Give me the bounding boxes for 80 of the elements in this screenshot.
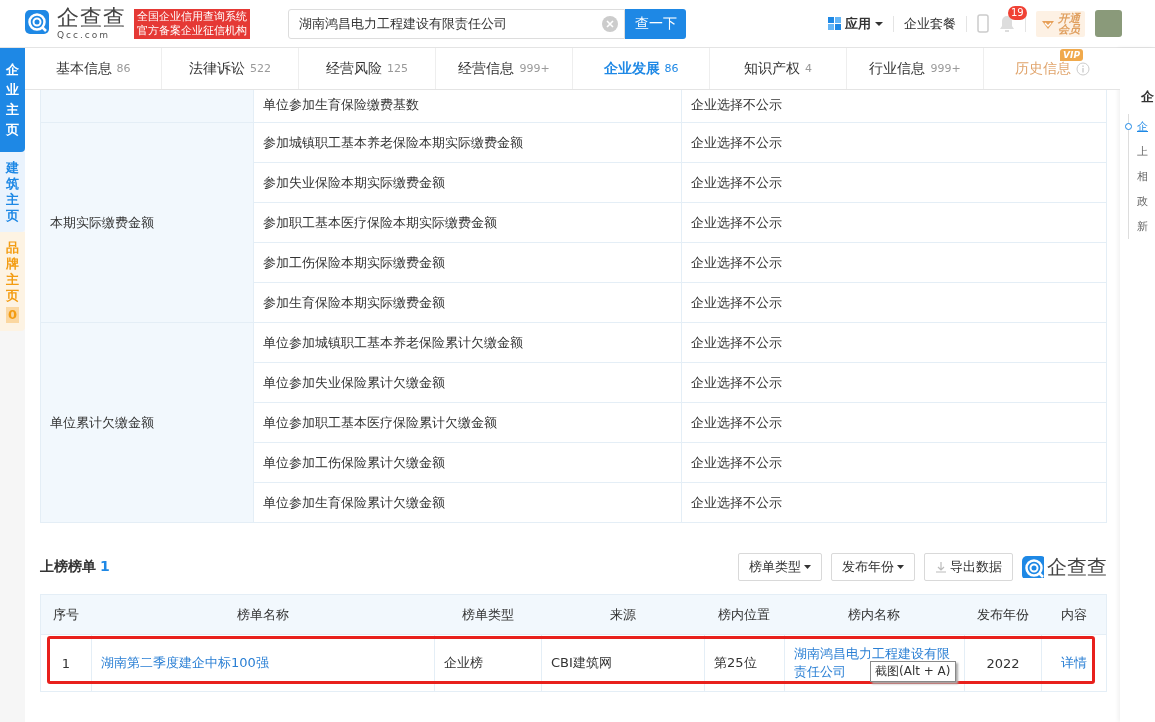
logo-text: 企查查 [57, 7, 126, 29]
logo-domain: Qcc.com [57, 31, 112, 40]
table-cell: 企业选择不公示 [681, 90, 1106, 122]
tab[interactable]: 经营信息 999+ [436, 48, 573, 89]
column-header: 榜内名称 [784, 595, 964, 634]
column-header: 榜单名称 [91, 595, 434, 634]
table-cell: 第25位 [704, 634, 784, 691]
table-cell: 2022 [964, 634, 1041, 691]
table-cell: 单位累计欠缴金额 [41, 322, 254, 522]
tab[interactable]: 基本信息 86 [25, 48, 162, 89]
tab[interactable]: 知识产权 4 [710, 48, 847, 89]
column-header: 序号 [41, 595, 91, 634]
table-cell: 企业选择不公示 [681, 122, 1106, 162]
nav-item[interactable]: 新 [1137, 219, 1148, 234]
table-cell: 1 [41, 634, 91, 691]
table-cell: 企业选择不公示 [681, 162, 1106, 202]
table-cell: 单位参加生育保险累计欠缴金额 [254, 482, 681, 522]
table-cell: 企业榜 [434, 634, 541, 691]
table-cell: 企业选择不公示 [681, 402, 1106, 442]
nav-item[interactable]: 政 [1137, 194, 1148, 209]
info-icon[interactable] [1075, 61, 1090, 76]
table-cell: 企业选择不公示 [681, 202, 1106, 242]
table-cell: 企业选择不公示 [681, 482, 1106, 522]
table-link[interactable]: 湖南第二季度建企中标100强 [91, 634, 434, 691]
nav-item[interactable]: 上 [1137, 144, 1148, 159]
table-cell: 企业选择不公示 [681, 282, 1106, 322]
section-title: 上榜榜单 1 [40, 558, 110, 576]
table-cell: 单位参加失业保险累计欠缴金额 [254, 362, 681, 402]
search-field[interactable]: 湖南鸿昌电力工程建设有限责任公司 [288, 8, 625, 39]
phone-icon[interactable] [977, 14, 989, 33]
table-cell: 单位参加职工基本医疗保险累计欠缴金额 [254, 402, 681, 442]
apps-menu[interactable]: 应用 [828, 14, 883, 33]
filter-dropdown[interactable]: 发布年份 [831, 553, 915, 581]
column-header: 来源 [541, 595, 704, 634]
caret-icon [875, 21, 883, 26]
tab[interactable]: 行业信息 999+ [847, 48, 984, 89]
package-link[interactable]: 企业套餐 [904, 14, 956, 33]
bell-icon[interactable] [999, 15, 1015, 32]
table-cell: 单位参加城镇职工基本养老保险累计欠缴金额 [254, 322, 681, 362]
export-button[interactable]: 导出数据 [924, 553, 1013, 581]
nav-item[interactable]: 相 [1137, 169, 1148, 184]
logo-icon [1022, 556, 1044, 578]
download-icon [935, 561, 947, 573]
table-cell: CBI建筑网 [541, 634, 704, 691]
table-cell: 参加职工基本医疗保险本期实际缴费金额 [254, 202, 681, 242]
table-cell: 企业选择不公示 [681, 362, 1106, 402]
tab[interactable]: 企业发展 86 [573, 48, 710, 89]
caret-icon [804, 565, 811, 569]
search-button[interactable]: 查一下 [625, 8, 686, 39]
filter-dropdown[interactable]: 榜单类型 [738, 553, 822, 581]
side-tab[interactable]: 建筑主页 [0, 152, 25, 232]
nav-title: 企 [1141, 88, 1155, 106]
logo-text: 企查查 [1047, 553, 1107, 581]
table-cell: 单位参加工伤保险累计欠缴金额 [254, 442, 681, 482]
table-cell: 参加城镇职工基本养老保险本期实际缴费金额 [254, 122, 681, 162]
tooltip: 截图(Alt + A) [870, 661, 956, 682]
column-header: 发布年份 [964, 595, 1041, 634]
tab[interactable]: 法律诉讼 522 [162, 48, 299, 89]
column-header: 榜单类型 [434, 595, 541, 634]
column-header: 榜内位置 [704, 595, 784, 634]
certification-badge: 全国企业信用查询系统 官方备案企业征信机构 [134, 8, 250, 39]
table-cell: 本期实际缴费金额 [41, 122, 254, 322]
table-cell: 企业选择不公示 [681, 242, 1106, 282]
column-header: 内容 [1041, 595, 1106, 634]
notification-count: 19 [1008, 6, 1027, 20]
table-link[interactable]: 详情 [1041, 634, 1106, 691]
grid-icon [828, 17, 841, 30]
caret-icon [897, 565, 904, 569]
nav-item[interactable]: 企 [1137, 119, 1148, 134]
avatar[interactable] [1095, 10, 1122, 37]
table-cell: 企业选择不公示 [681, 442, 1106, 482]
table-cell: 参加生育保险本期实际缴费金额 [254, 282, 681, 322]
tab[interactable]: 经营风险 125 [299, 48, 436, 89]
vip-badge: VIP [1060, 49, 1083, 61]
clear-icon[interactable] [602, 15, 618, 32]
table-cell: 单位参加生育保险缴费基数 [254, 90, 681, 122]
table-cell: 企业选择不公示 [681, 322, 1106, 362]
side-tab[interactable]: 企业主页 [0, 48, 25, 152]
table-cell: 参加工伤保险本期实际缴费金额 [254, 242, 681, 282]
table-cell: 参加失业保险本期实际缴费金额 [254, 162, 681, 202]
